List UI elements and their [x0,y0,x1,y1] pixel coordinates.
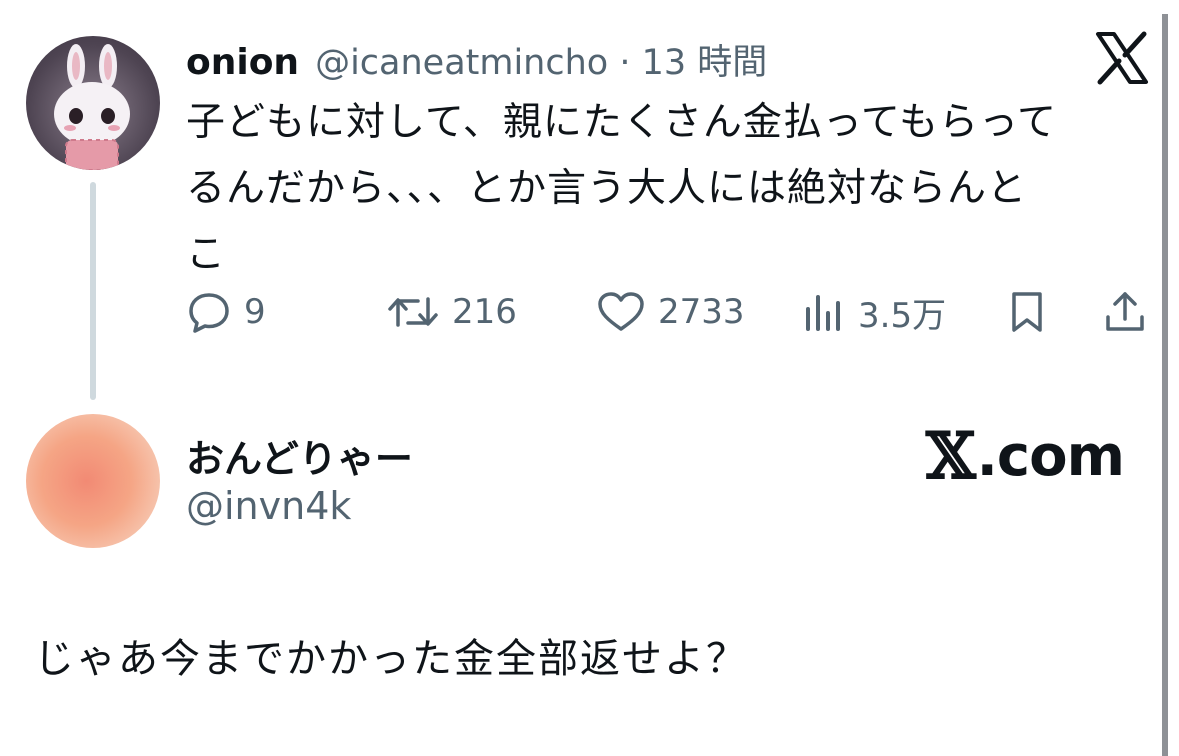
reply-author-handle[interactable]: @invn4k [186,484,351,528]
thread-connector [90,182,96,400]
x-logo-icon: 𝕏 [926,418,976,494]
tweet-actions-bar: 9 216 2733 3.5万 [186,284,1152,340]
tweet-text-line: 子どもに対して、親にたくさん金払ってもらって [186,100,1058,145]
brand-domain: .com [976,423,1125,489]
tweet-text-line: るんだから、、、とか言う大人には絶対ならんと [186,166,1028,211]
avatar[interactable] [26,36,160,170]
reply-author-name[interactable]: おんどりゃー [186,428,413,483]
bar-chart-icon [806,295,840,331]
author-name[interactable]: onion [186,42,299,83]
bunny-avatar-icon [54,44,130,170]
x-com-watermark: 𝕏 .com [926,418,1125,494]
share-button[interactable] [1102,284,1148,340]
author-handle-and-time[interactable]: @icaneatmincho · 13 時間 [315,34,767,85]
reply-count: 9 [244,292,266,332]
views-button[interactable]: 3.5万 [800,284,946,340]
like-button[interactable]: 2733 [596,284,745,340]
like-count: 2733 [658,292,745,332]
avatar[interactable] [26,414,160,548]
share-icon [1106,292,1144,331]
repost-arrows-icon [388,297,438,327]
repost-button[interactable]: 216 [386,284,517,340]
x-logo-icon[interactable] [1094,30,1150,86]
heart-icon [598,292,644,331]
views-count: 3.5万 [858,295,947,336]
reply-text: じゃあ今までかかった金全部返せよ？ [34,636,748,682]
bookmark-button[interactable] [1004,284,1050,340]
right-edge-divider [1162,14,1168,756]
repost-count: 216 [452,292,517,332]
tweet-text-line: こ [186,232,227,277]
speech-bubble-icon [189,293,229,333]
tweet-header: onion @icaneatmincho · 13 時間 [186,34,767,84]
bookmark-icon [1012,292,1042,332]
tweet-text: 子どもに対して、親にたくさん金払ってもらって るんだから、、、とか言う大人には絶… [186,90,1126,288]
reply-button[interactable]: 9 [186,284,266,340]
